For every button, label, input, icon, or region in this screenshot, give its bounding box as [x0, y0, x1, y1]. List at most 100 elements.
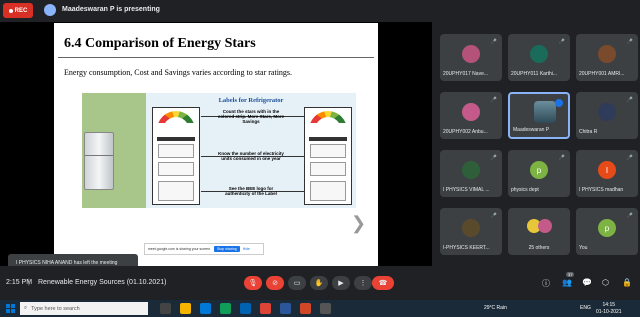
search-placeholder: Type here to search	[31, 305, 80, 312]
word-icon[interactable]	[280, 303, 291, 314]
avatar	[598, 103, 616, 121]
participant-name: 20UPHY017 Nave...	[443, 71, 489, 77]
participant-name: I-PHYSICS KEERT...	[443, 245, 490, 251]
speaking-icon	[555, 99, 563, 107]
participant-name: 20UPHY011 Karthi...	[511, 71, 558, 77]
self-tile[interactable]: p 🎤 You	[576, 208, 638, 255]
mail-icon[interactable]	[240, 303, 251, 314]
energy-label-left	[152, 107, 200, 205]
participant-tile[interactable]: 🎤 20UPHY002 Anbu...	[440, 92, 502, 139]
slide: 6.4 Comparison of Energy Stars Energy co…	[54, 23, 378, 266]
participant-name: I PHYSICS madhan	[579, 187, 624, 193]
callout-bee-logo: See the BEE logo for authenticity of the…	[225, 186, 277, 197]
participant-name: I PHYSICS VIMAL ...	[443, 187, 490, 193]
chat-icon[interactable]: 💬	[582, 278, 592, 287]
others-tile[interactable]: 25 others	[508, 208, 570, 255]
participant-tile[interactable]: I 🎤 I PHYSICS madhan	[576, 150, 638, 197]
avatar	[462, 219, 480, 237]
top-bar: REC Maadeswaran P is presenting	[0, 0, 640, 22]
store-icon[interactable]	[220, 303, 231, 314]
labels-panel: Labels for Refrigerator Count the stars …	[146, 93, 356, 208]
phone-hangup-icon: ☎	[378, 280, 388, 287]
activities-icon[interactable]: ⬡	[602, 278, 609, 287]
lock-icon[interactable]: 🔒	[622, 278, 632, 287]
weather-label[interactable]: 29°C Rain	[484, 305, 507, 311]
language-indicator[interactable]: ENG	[580, 305, 591, 311]
clock-date: 01-10-2021	[596, 308, 622, 315]
participant-tile-presenter[interactable]: Maadeswaran P	[508, 92, 570, 139]
camera-toggle-button[interactable]: ⊘	[266, 276, 284, 290]
stop-sharing-button[interactable]: Stop sharing	[214, 246, 240, 252]
slide-title: 6.4 Comparison of Energy Stars	[64, 36, 256, 51]
leave-call-button[interactable]: ☎	[372, 276, 394, 290]
os-taskbar: ⌕ Type here to search 29°C Rain ENG 14:1…	[0, 300, 640, 317]
avatar	[462, 103, 480, 121]
participant-name: 20UPHY001 AMRI...	[579, 71, 625, 77]
participants-count-badge: 37	[566, 272, 575, 277]
mic-off-icon: 🎤	[490, 39, 497, 45]
slide-subtitle: Energy consumption, Cost and Savings var…	[64, 68, 293, 77]
mic-off-icon: 🎤	[490, 155, 497, 161]
meeting-control-bar: 2:15 PM | Renewable Energy Sources (01.1…	[0, 266, 640, 300]
participant-name: physics dept	[511, 187, 539, 193]
mic-off-icon: 🎙	[248, 280, 258, 287]
hide-button[interactable]: Hide	[243, 247, 250, 251]
labels-heading: Labels for Refrigerator	[218, 97, 284, 104]
meeting-title: Renewable Energy Sources (01.10.2021)	[38, 279, 167, 286]
avatar	[598, 45, 616, 63]
participant-name: Maadeswaran P	[513, 127, 550, 133]
app-icon[interactable]	[320, 303, 331, 314]
captions-button[interactable]: ▭	[288, 276, 306, 290]
mic-toggle-button[interactable]: 🎙	[244, 276, 262, 290]
participant-tile[interactable]: 🎤 I PHYSICS VIMAL ...	[440, 150, 502, 197]
energy-label-right	[304, 107, 352, 205]
file-explorer-icon[interactable]	[180, 303, 191, 314]
presenter-avatar	[44, 4, 56, 16]
participant-name: You	[579, 245, 588, 251]
windows-start-icon[interactable]	[6, 304, 15, 313]
search-icon: ⌕	[24, 305, 28, 311]
edge-icon[interactable]	[200, 303, 211, 314]
presentation-stage: 6.4 Comparison of Energy Stars Energy co…	[0, 22, 432, 272]
info-icon[interactable]: ⓘ	[542, 278, 550, 289]
avatar: p	[530, 161, 548, 179]
slide-divider	[58, 57, 374, 58]
powerpoint-icon[interactable]	[300, 303, 311, 314]
present-button[interactable]: ▶	[332, 276, 350, 290]
more-options-button[interactable]: ⋮	[354, 276, 372, 290]
callout-units: Know the number of electricity units con…	[218, 151, 284, 162]
avatar	[462, 45, 480, 63]
refrigerator-image	[84, 132, 114, 190]
refrigerator-label-figure: Labels for Refrigerator Count the stars …	[82, 93, 356, 208]
participant-tile[interactable]: 🎤 20UPHY017 Nave...	[440, 34, 502, 81]
taskbar-search-input[interactable]: ⌕ Type here to search	[20, 302, 148, 315]
recording-badge: REC	[3, 3, 33, 18]
camera-off-icon: ⊘	[272, 280, 278, 287]
raise-hand-button[interactable]: ✋	[310, 276, 328, 290]
participant-tile[interactable]: 🎤 20UPHY011 Karthi...	[508, 34, 570, 81]
chrome-icon[interactable]	[260, 303, 271, 314]
participant-tile[interactable]: 🎤 20UPHY001 AMRI...	[576, 34, 638, 81]
more-vert-icon: ⋮	[359, 280, 367, 287]
others-avatars	[527, 219, 552, 233]
mic-off-icon: 🎤	[626, 97, 633, 103]
next-slide-chevron-icon[interactable]: ❯	[351, 213, 366, 234]
mic-off-icon: 🎤	[558, 155, 565, 161]
mic-off-icon: 🎤	[558, 39, 565, 45]
task-view-icon[interactable]	[160, 303, 171, 314]
separator: |	[28, 279, 30, 286]
present-icon: ▶	[338, 280, 344, 287]
hand-icon: ✋	[314, 280, 324, 287]
participant-tile[interactable]: 🎤 I-PHYSICS KEERT...	[440, 208, 502, 255]
taskbar-clock[interactable]: 14:15 01-10-2021	[596, 302, 622, 315]
captions-icon: ▭	[293, 280, 301, 287]
screen-share-bar: meet.google.com is sharing your screen. …	[144, 243, 264, 255]
others-count: 25 others	[528, 245, 550, 251]
people-icon[interactable]: 👥	[562, 278, 572, 287]
participant-tile[interactable]: 🎤 Chitra R	[576, 92, 638, 139]
participant-tile[interactable]: p 🎤 physics dept	[508, 150, 570, 197]
avatar: p	[598, 219, 616, 237]
record-dot-icon	[8, 8, 13, 13]
share-notice: meet.google.com is sharing your screen.	[148, 247, 212, 251]
presenting-status: Maadeswaran P is presenting	[62, 6, 160, 13]
